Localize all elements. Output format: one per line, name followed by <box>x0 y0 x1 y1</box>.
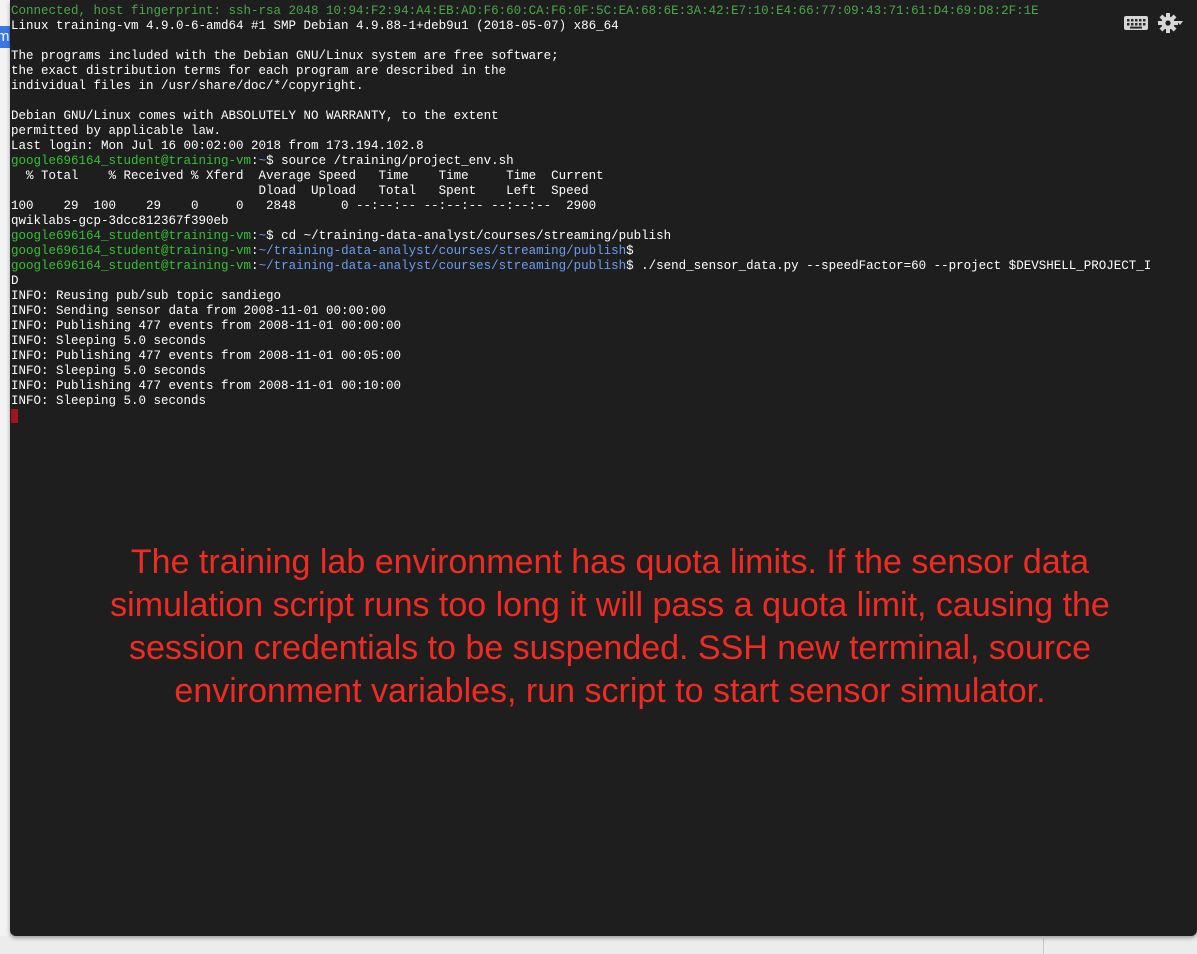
terminal-text: qwiklabs-gcp-3dcc812367f390eb <box>11 214 229 228</box>
terminal-text: Linux training-vm 4.9.0-6-amd64 #1 SMP D… <box>11 19 619 33</box>
ssh-terminal-window[interactable]: Connected, host fingerprint: ssh-rsa 204… <box>10 0 1197 936</box>
terminal-line: INFO: Sleeping 5.0 seconds <box>11 364 1197 379</box>
terminal-line: google696164_student@training-vm:~/train… <box>11 259 1197 274</box>
terminal-text: $ cd ~/training-data-analyst/courses/str… <box>266 229 672 243</box>
side-tab-label: m <box>0 28 10 45</box>
terminal-text: INFO: Sleeping 5.0 seconds <box>11 334 207 348</box>
terminal-line: INFO: Sleeping 5.0 seconds <box>11 334 1197 349</box>
terminal-text: Connected, host fingerprint: ssh-rsa 204… <box>11 4 1039 18</box>
terminal-line: INFO: Reusing pub/sub topic sandiego <box>11 289 1197 304</box>
terminal-line: 100 29 100 29 0 0 2848 0 --:--:-- --:--:… <box>11 199 1197 214</box>
side-tab[interactable]: m <box>0 26 10 48</box>
terminal-text: The programs included with the Debian GN… <box>11 49 559 63</box>
prompt-path: ~ <box>258 154 267 168</box>
terminal-text: : <box>251 229 259 243</box>
terminal-text: $ <box>626 244 634 258</box>
terminal-line: INFO: Sending sensor data from 2008-11-0… <box>11 304 1197 319</box>
terminal-line: Linux training-vm 4.9.0-6-amd64 #1 SMP D… <box>11 19 1197 34</box>
terminal-text: INFO: Publishing 477 events from 2008-11… <box>11 349 402 363</box>
terminal-line: INFO: Sleeping 5.0 seconds <box>11 394 1197 409</box>
prompt-user: google696164_student@training-vm <box>11 229 252 243</box>
terminal-line: The programs included with the Debian GN… <box>11 49 1197 64</box>
terminal-text: : <box>251 244 259 258</box>
prompt-path: ~/training-data-analyst/courses/streamin… <box>258 259 627 273</box>
terminal-text: D <box>11 274 19 288</box>
terminal-line: % Total % Received % Xferd Average Speed… <box>11 169 1197 184</box>
terminal-text: INFO: Sleeping 5.0 seconds <box>11 364 207 378</box>
prompt-user: google696164_student@training-vm <box>11 259 252 273</box>
keyboard-icon[interactable] <box>1123 14 1149 32</box>
prompt-user: google696164_student@training-vm <box>11 244 252 258</box>
bottom-divider <box>1043 938 1044 954</box>
terminal-line: the exact distribution terms for each pr… <box>11 64 1197 79</box>
terminal-line: INFO: Publishing 477 events from 2008-11… <box>11 379 1197 394</box>
terminal-cursor[interactable] <box>11 409 18 423</box>
cursor-line <box>11 409 1197 424</box>
terminal-text: INFO: Publishing 477 events from 2008-11… <box>11 319 402 333</box>
terminal-text: : <box>251 259 259 273</box>
terminal-line: Debian GNU/Linux comes with ABSOLUTELY N… <box>11 109 1197 124</box>
terminal-text: Debian GNU/Linux comes with ABSOLUTELY N… <box>11 109 499 123</box>
terminal-text: INFO: Sleeping 5.0 seconds <box>11 394 207 408</box>
terminal-text: $ ./send_sensor_data.py --speedFactor=60… <box>626 259 1152 273</box>
prompt-path: ~ <box>258 229 267 243</box>
prompt-path: ~/training-data-analyst/courses/streamin… <box>258 244 627 258</box>
bottom-bar <box>0 936 1197 954</box>
terminal-text: permitted by applicable law. <box>11 124 222 138</box>
terminal-line: google696164_student@training-vm:~$ sour… <box>11 154 1197 169</box>
terminal-line: individual files in /usr/share/doc/*/cop… <box>11 79 1197 94</box>
terminal-text: individual files in /usr/share/doc/*/cop… <box>11 79 364 93</box>
terminal-line: google696164_student@training-vm:~/train… <box>11 244 1197 259</box>
terminal-text: $ source /training/project_env.sh <box>266 154 514 168</box>
prompt-user: google696164_student@training-vm <box>11 154 252 168</box>
terminal-text: % Total % Received % Xferd Average Speed… <box>11 169 604 183</box>
terminal-text: Last login: Mon Jul 16 00:02:00 2018 fro… <box>11 139 424 153</box>
quota-warning-annotation: The training lab environment has quota l… <box>110 543 1110 710</box>
terminal-line: Dload Upload Total Spent Left Speed <box>11 184 1197 199</box>
terminal-text: INFO: Publishing 477 events from 2008-11… <box>11 379 402 393</box>
terminal-line: Connected, host fingerprint: ssh-rsa 204… <box>11 4 1197 19</box>
terminal-text: INFO: Sending sensor data from 2008-11-0… <box>11 304 387 318</box>
terminal-text: Dload Upload Total Spent Left Speed <box>11 184 589 198</box>
gear-icon[interactable] <box>1157 10 1183 36</box>
terminal-line: D <box>11 274 1197 289</box>
terminal-line: google696164_student@training-vm:~$ cd ~… <box>11 229 1197 244</box>
terminal-text: 100 29 100 29 0 0 2848 0 --:--:-- --:--:… <box>11 199 597 213</box>
terminal-toolbar <box>1123 10 1193 36</box>
terminal-line: qwiklabs-gcp-3dcc812367f390eb <box>11 214 1197 229</box>
terminal-text: the exact distribution terms for each pr… <box>11 64 507 78</box>
terminal-text: INFO: Reusing pub/sub topic sandiego <box>11 289 282 303</box>
terminal-line: INFO: Publishing 477 events from 2008-11… <box>11 349 1197 364</box>
terminal-line: permitted by applicable law. <box>11 124 1197 139</box>
terminal-text: : <box>251 154 259 168</box>
terminal-output: Connected, host fingerprint: ssh-rsa 204… <box>11 4 1197 424</box>
terminal-line: INFO: Publishing 477 events from 2008-11… <box>11 319 1197 334</box>
terminal-line: Last login: Mon Jul 16 00:02:00 2018 fro… <box>11 139 1197 154</box>
